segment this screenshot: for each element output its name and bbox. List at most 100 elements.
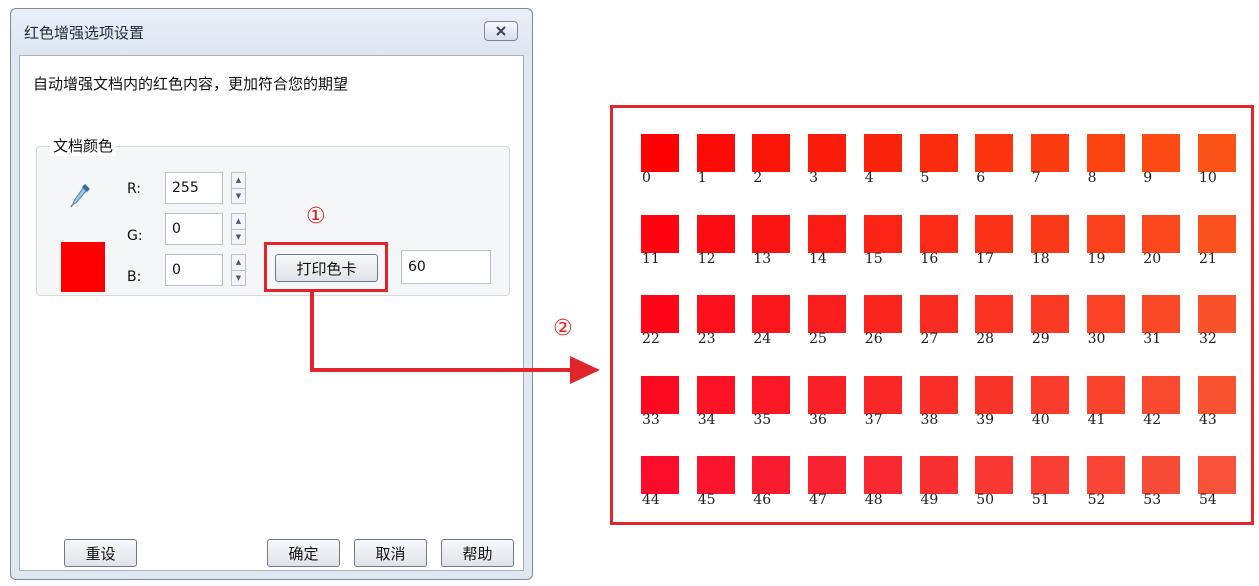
color-chip xyxy=(752,456,791,494)
color-chip xyxy=(752,134,791,172)
color-chip xyxy=(1030,214,1069,253)
color-chip-number: 28 xyxy=(976,331,995,347)
color-chip xyxy=(975,214,1014,253)
color-chip-number: 2 xyxy=(753,170,763,186)
up-arrow-icon[interactable]: ▲ xyxy=(232,173,245,188)
color-chip-number: 12 xyxy=(697,250,716,267)
color-chip xyxy=(919,134,958,172)
color-card-preview: 0 1 2 3 4 5 6 7 8 9 10 11 12 13 14 15 16 17 18 19 20 21 22 23 24… xyxy=(610,105,1254,525)
arrow-head-icon xyxy=(570,356,600,384)
dialog-body: 自动增强文档内的红色内容，更加符合您的期望 文档颜色 R: 255 ▲ ▼ G:… xyxy=(19,55,524,571)
color-chip xyxy=(1142,295,1181,333)
color-chip xyxy=(1198,375,1236,414)
color-chip xyxy=(1198,134,1236,172)
color-chip xyxy=(808,134,847,172)
count-input[interactable]: 60 xyxy=(401,250,491,284)
color-chip xyxy=(1086,214,1125,253)
color-chip-number: 38 xyxy=(920,411,939,428)
color-chip-number: 1 xyxy=(697,170,707,186)
close-button[interactable] xyxy=(484,21,518,41)
down-arrow-icon[interactable]: ▼ xyxy=(232,269,245,286)
color-chip xyxy=(1086,134,1125,172)
color-chip-number: 43 xyxy=(1199,411,1217,428)
color-chip-number: 19 xyxy=(1087,250,1106,267)
up-arrow-icon[interactable]: ▲ xyxy=(232,255,245,270)
group-label: 文档颜色 xyxy=(50,135,117,156)
color-chip xyxy=(696,295,735,333)
color-chip xyxy=(1142,375,1181,414)
color-chip xyxy=(863,456,902,494)
down-arrow-icon[interactable]: ▼ xyxy=(232,187,245,204)
arrow-horizontal-segment xyxy=(310,368,572,372)
color-chip xyxy=(1198,214,1236,253)
ok-button[interactable]: 确定 xyxy=(267,539,340,567)
eyedropper-icon[interactable] xyxy=(70,182,92,208)
reset-button[interactable]: 重设 xyxy=(64,539,137,567)
color-chip xyxy=(975,134,1014,172)
color-chip-number: 39 xyxy=(976,411,995,428)
r-input[interactable]: 255 xyxy=(165,172,223,204)
print-color-card-button[interactable]: 打印色卡 xyxy=(275,254,378,282)
color-chip-number: 34 xyxy=(697,411,716,428)
color-chip-number: 53 xyxy=(1143,492,1162,508)
cancel-button[interactable]: 取消 xyxy=(354,539,427,567)
color-chip-number: 4 xyxy=(864,170,874,186)
up-arrow-icon[interactable]: ▲ xyxy=(232,214,245,229)
color-chip xyxy=(863,375,902,414)
color-chip xyxy=(919,456,958,494)
color-chip-number: 9 xyxy=(1143,170,1153,186)
color-chip-number: 21 xyxy=(1199,250,1217,267)
step-2-marker: ② xyxy=(553,316,573,341)
color-chip-number: 30 xyxy=(1087,331,1106,347)
color-chip xyxy=(975,456,1014,494)
color-chip-number: 50 xyxy=(976,492,995,508)
color-chip-number: 42 xyxy=(1143,411,1162,428)
color-chip-number: 35 xyxy=(753,411,772,428)
color-chip xyxy=(1030,456,1069,494)
b-spinner[interactable]: ▲ ▼ xyxy=(231,254,246,286)
color-chip-number: 16 xyxy=(920,250,939,267)
color-chip-number: 5 xyxy=(920,170,930,186)
color-chip-number: 26 xyxy=(864,331,883,347)
color-chip-number: 52 xyxy=(1087,492,1106,508)
g-input[interactable]: 0 xyxy=(165,213,223,245)
b-input[interactable]: 0 xyxy=(165,254,223,286)
color-chip xyxy=(1030,134,1069,172)
color-chip xyxy=(1142,456,1181,494)
color-chip xyxy=(641,295,679,333)
color-chip xyxy=(808,295,847,333)
color-chip-number: 44 xyxy=(642,492,660,508)
g-spinner[interactable]: ▲ ▼ xyxy=(231,213,246,245)
color-chip xyxy=(863,214,902,253)
color-chip-number: 46 xyxy=(753,492,772,508)
down-arrow-icon[interactable]: ▼ xyxy=(232,228,245,245)
color-chip xyxy=(752,375,791,414)
color-chip-number: 20 xyxy=(1143,250,1162,267)
color-chip-number: 33 xyxy=(642,411,660,428)
color-chip xyxy=(1198,456,1236,494)
arrow-vertical-segment xyxy=(310,292,314,372)
color-swatch xyxy=(61,242,105,292)
color-chip xyxy=(1086,295,1125,333)
color-chip xyxy=(808,214,847,253)
r-label: R: xyxy=(127,181,142,197)
color-chip-number: 10 xyxy=(1199,170,1217,186)
step-1-marker: ① xyxy=(306,204,326,229)
color-chip-number: 47 xyxy=(809,492,827,508)
color-chip-number: 27 xyxy=(920,331,939,347)
close-icon xyxy=(496,26,506,36)
color-chip-number: 11 xyxy=(642,250,660,267)
color-chip xyxy=(863,134,902,172)
color-chip xyxy=(1142,214,1181,253)
color-chip xyxy=(808,456,847,494)
title-bar: 红色增强选项设置 xyxy=(11,9,532,55)
color-chip xyxy=(696,214,735,253)
color-chip-number: 6 xyxy=(976,170,986,186)
color-chip xyxy=(641,456,679,494)
r-spinner[interactable]: ▲ ▼ xyxy=(231,172,246,204)
color-chip-number: 18 xyxy=(1031,250,1050,267)
color-chip xyxy=(975,295,1014,333)
color-chip-number: 23 xyxy=(697,331,716,347)
color-chip-number: 54 xyxy=(1199,492,1217,508)
help-button[interactable]: 帮助 xyxy=(441,539,514,567)
